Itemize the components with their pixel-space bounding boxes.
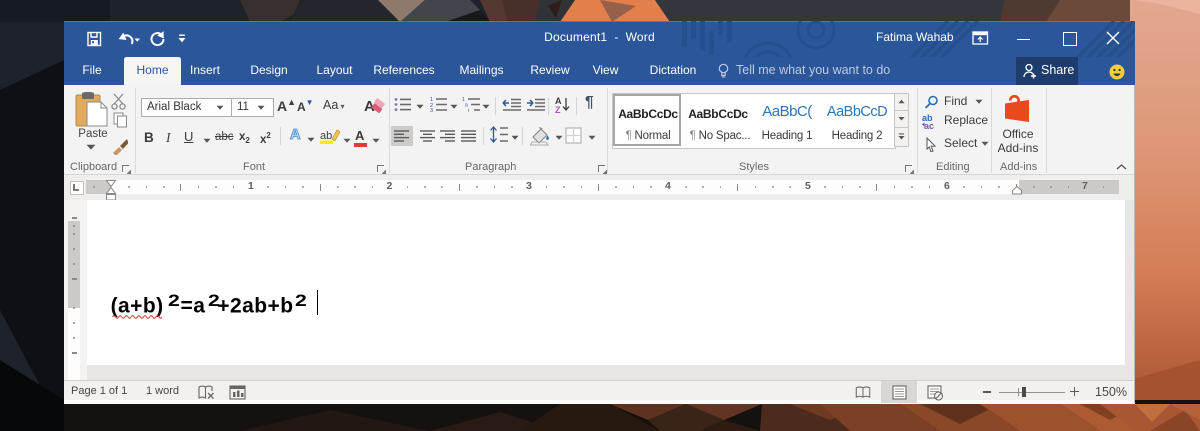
- svg-text:Z: Z: [555, 105, 561, 114]
- svg-text:i: i: [468, 108, 469, 112]
- svg-text:3: 3: [430, 108, 433, 112]
- svg-text:ab: ab: [320, 130, 332, 142]
- svg-text:ac: ac: [924, 121, 934, 130]
